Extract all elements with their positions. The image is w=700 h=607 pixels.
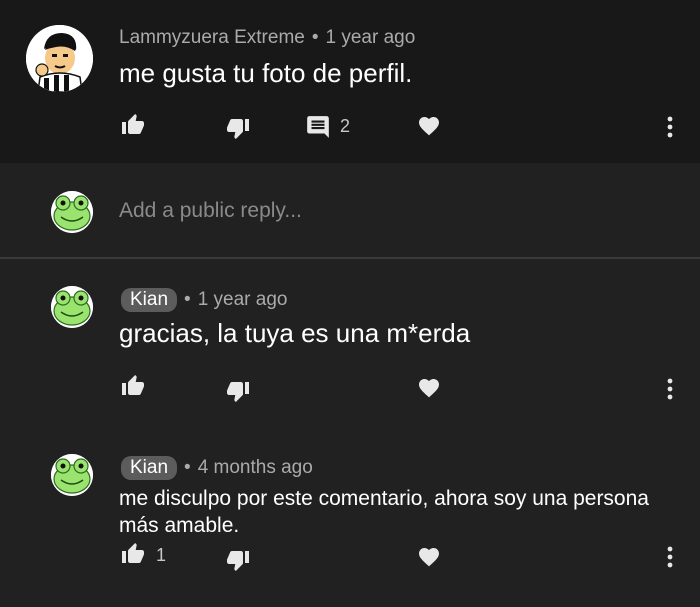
meta-separator: •: [184, 289, 191, 310]
thumb-up-icon[interactable]: [120, 374, 146, 398]
heart-icon[interactable]: [416, 376, 442, 400]
comment-text: me gusta tu foto de perfil.: [119, 58, 413, 88]
commenter-avatar[interactable]: [26, 25, 93, 92]
cartoon-person-avatar-image: [26, 25, 93, 92]
comment-author[interactable]: Lammyzuera Extreme: [119, 27, 305, 49]
reply-icon[interactable]: [305, 114, 331, 140]
reply-author-chip[interactable]: Kian: [121, 456, 178, 480]
reply-count: 2: [340, 116, 351, 136]
thumb-down-icon[interactable]: [225, 116, 251, 140]
frog-avatar-image: [51, 191, 93, 233]
own-avatar: [51, 191, 93, 233]
thumb-up-icon[interactable]: [120, 113, 146, 137]
reply-meta: Kian • 1 year ago: [121, 288, 287, 312]
like-count: 1: [156, 545, 167, 565]
thumb-down-icon[interactable]: [225, 548, 251, 572]
reply-author-chip[interactable]: Kian: [121, 288, 178, 312]
heart-icon[interactable]: [416, 114, 442, 138]
divider: [0, 257, 700, 259]
comment-meta: Lammyzuera Extreme • 1 year ago: [119, 27, 415, 49]
reply-text: me disculpo por este comentario, ahora s…: [119, 485, 649, 539]
reply-avatar[interactable]: [51, 454, 93, 496]
meta-separator: •: [184, 457, 191, 478]
frog-avatar-image: [51, 286, 93, 328]
add-reply-input[interactable]: Add a public reply...: [119, 199, 302, 223]
heart-icon[interactable]: [416, 545, 442, 569]
reply-timestamp[interactable]: 4 months ago: [198, 457, 313, 479]
comment-timestamp[interactable]: 1 year ago: [326, 27, 416, 49]
reply-text: gracias, la tuya es una m*erda: [119, 318, 471, 348]
thumb-down-icon[interactable]: [225, 379, 251, 403]
more-vertical-icon[interactable]: [666, 377, 674, 401]
reply-avatar[interactable]: [51, 286, 93, 328]
reply-timestamp[interactable]: 1 year ago: [198, 289, 288, 311]
more-vertical-icon[interactable]: [666, 545, 674, 569]
reply-text-line: me disculpo por este comentario, ahora s…: [119, 487, 649, 510]
top-comment: Lammyzuera Extreme • 1 year ago me gusta…: [0, 0, 700, 163]
frog-avatar-image: [51, 454, 93, 496]
meta-separator: •: [311, 27, 319, 48]
reply-text-line: más amable.: [119, 514, 240, 537]
thumb-up-icon[interactable]: [120, 542, 146, 566]
more-vertical-icon[interactable]: [666, 115, 674, 139]
reply-meta: Kian • 4 months ago: [121, 456, 313, 480]
